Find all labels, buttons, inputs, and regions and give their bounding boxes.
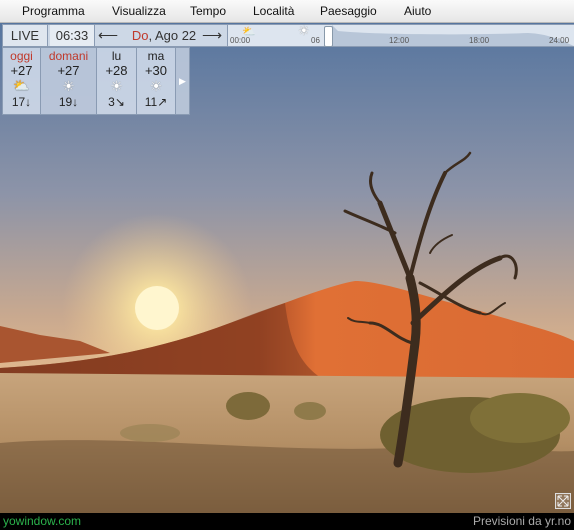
day-high: +27 <box>57 63 80 78</box>
day-low: 17↓ <box>3 95 40 109</box>
day-high: +27 <box>10 63 33 78</box>
status-bar: yowindow.com Previsioni da yr.no <box>0 513 574 530</box>
timeline-label-12: 12:00 <box>389 36 410 45</box>
day-low: 11↗ <box>137 95 175 109</box>
menu-tempo[interactable]: Tempo <box>190 4 226 18</box>
sun-icon: ☀ <box>298 23 310 38</box>
menu-visualizza[interactable]: Visualizza <box>112 4 166 18</box>
next-day-arrow[interactable]: ⟶ <box>201 25 223 46</box>
current-time: 06:33 <box>50 25 95 46</box>
day-name: oggi <box>10 49 33 63</box>
forecast-day-ma[interactable]: ma +30 ☀ 11↗ <box>136 47 176 115</box>
timeline-label-18: 18:00 <box>469 36 490 45</box>
day-low: 19↓ <box>41 95 96 109</box>
forecast-day-oggi[interactable]: oggi +27 ⛅ 17↓ <box>2 47 41 115</box>
low-value: 3 <box>108 95 115 109</box>
current-date: Do, Ago 22 <box>125 25 203 46</box>
date-weekday: Do <box>131 28 149 43</box>
partly-cloudy-icon: ⛅ <box>13 78 30 93</box>
menu-paesaggio[interactable]: Paesaggio <box>320 4 377 18</box>
sun-icon: ☀ <box>62 78 75 94</box>
low-value: 11 <box>144 95 158 109</box>
wind-arrow-icon: ↓ <box>72 95 79 109</box>
time-slider-handle[interactable] <box>324 26 333 47</box>
sun-icon: ☀ <box>110 78 123 94</box>
day-name: domani <box>48 49 89 63</box>
low-value: 19 <box>58 95 73 109</box>
menu-bar: Programma Visualizza Tempo Località Paes… <box>0 0 574 23</box>
low-value: 17 <box>11 95 26 109</box>
forecast-more-button[interactable]: ▶ <box>175 47 190 115</box>
menu-aiuto[interactable]: Aiuto <box>404 4 431 18</box>
time-slider[interactable]: ⛅ ☀ 00:00 06 12:00 18:00 24:00 <box>227 23 574 47</box>
date-rest: , Ago 22 <box>148 28 197 43</box>
forecast-day-lu[interactable]: lu +28 ☀ 3↘ <box>96 47 137 115</box>
yowindow-link[interactable]: yowindow.com <box>3 513 81 530</box>
prev-day-arrow[interactable]: ⟵ <box>97 25 119 46</box>
menu-localita[interactable]: Località <box>253 4 294 18</box>
forecast-source-link[interactable]: Previsioni da yr.no <box>473 513 571 530</box>
wind-arrow-icon: ↗ <box>157 95 168 109</box>
day-high: +28 <box>105 63 128 78</box>
menu-programma[interactable]: Programma <box>22 4 85 18</box>
live-button[interactable]: LIVE <box>3 25 48 46</box>
day-name: lu <box>111 49 122 63</box>
sun-icon: ☀ <box>149 78 163 94</box>
day-low: 3↘ <box>97 95 136 109</box>
toolbar: LIVE 06:33 ⟵ Do, Ago 22 ⟶ ⛅ ☀ 00:00 06 1… <box>2 23 574 47</box>
timeline-label-24: 24:00 <box>549 36 570 45</box>
wind-arrow-icon: ↘ <box>114 95 125 109</box>
day-name: ma <box>147 49 165 63</box>
fullscreen-icon[interactable] <box>555 493 571 509</box>
timeline-label-0: 00:00 <box>230 36 251 45</box>
wind-arrow-icon: ↓ <box>25 95 32 109</box>
forecast-day-domani[interactable]: domani +27 ☀ 19↓ <box>40 47 97 115</box>
timeline-label-6: 06 <box>311 36 320 45</box>
day-high: +30 <box>144 63 168 78</box>
